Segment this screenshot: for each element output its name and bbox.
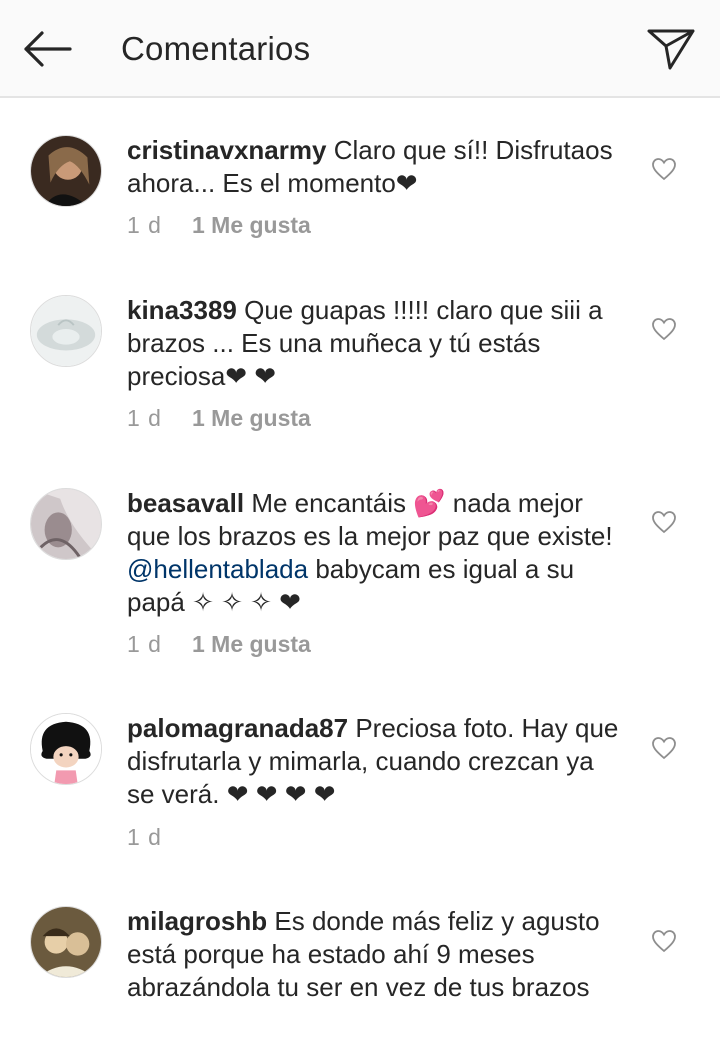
username[interactable]: palomagranada87	[127, 713, 348, 743]
comment-meta: 1 d 1 Me gusta	[127, 212, 311, 239]
comment-text: milagroshb Es donde más feliz y agusto e…	[127, 905, 627, 1004]
comment-meta: 1 d	[127, 824, 162, 851]
direct-send-icon[interactable]	[645, 26, 697, 72]
page-title: Comentarios	[121, 30, 311, 67]
likes-count[interactable]: 1 Me gusta	[192, 405, 311, 431]
comment-text: kina3389 Que guapas !!!!! claro que siii…	[127, 294, 627, 393]
heart-outline-icon[interactable]	[651, 510, 677, 534]
comment-time: 1 d	[127, 631, 162, 657]
username[interactable]: cristinavxnarmy	[127, 135, 326, 165]
username[interactable]: beasavall	[127, 488, 244, 518]
heart-outline-icon[interactable]	[651, 317, 677, 341]
top-bar: Comentarios	[0, 0, 720, 98]
arrow-left-icon[interactable]	[20, 28, 74, 70]
comment-time: 1 d	[127, 405, 162, 431]
comment-time: 1 d	[127, 824, 162, 850]
mention-link[interactable]: @hellentablada	[127, 554, 308, 584]
avatar[interactable]	[30, 295, 102, 367]
comment-text: palomagranada87 Preciosa foto. Hay que d…	[127, 712, 627, 811]
username[interactable]: milagroshb	[127, 906, 267, 936]
likes-count[interactable]: 1 Me gusta	[192, 212, 311, 238]
likes-count[interactable]: 1 Me gusta	[192, 631, 311, 657]
avatar[interactable]	[30, 713, 102, 785]
username[interactable]: kina3389	[127, 295, 237, 325]
avatar[interactable]	[30, 906, 102, 978]
heart-outline-icon[interactable]	[651, 736, 677, 760]
avatar[interactable]	[30, 488, 102, 560]
comment-text: cristinavxnarmy Claro que sí!! Disfrutao…	[127, 134, 627, 200]
comment-text: beasavall Me encantáis 💕 nada mejor que …	[127, 487, 627, 619]
avatar[interactable]	[30, 135, 102, 207]
comment-meta: 1 d 1 Me gusta	[127, 405, 311, 432]
comment-meta: 1 d 1 Me gusta	[127, 631, 311, 658]
comment-time: 1 d	[127, 212, 162, 238]
heart-outline-icon[interactable]	[651, 157, 677, 181]
heart-outline-icon[interactable]	[651, 929, 677, 953]
